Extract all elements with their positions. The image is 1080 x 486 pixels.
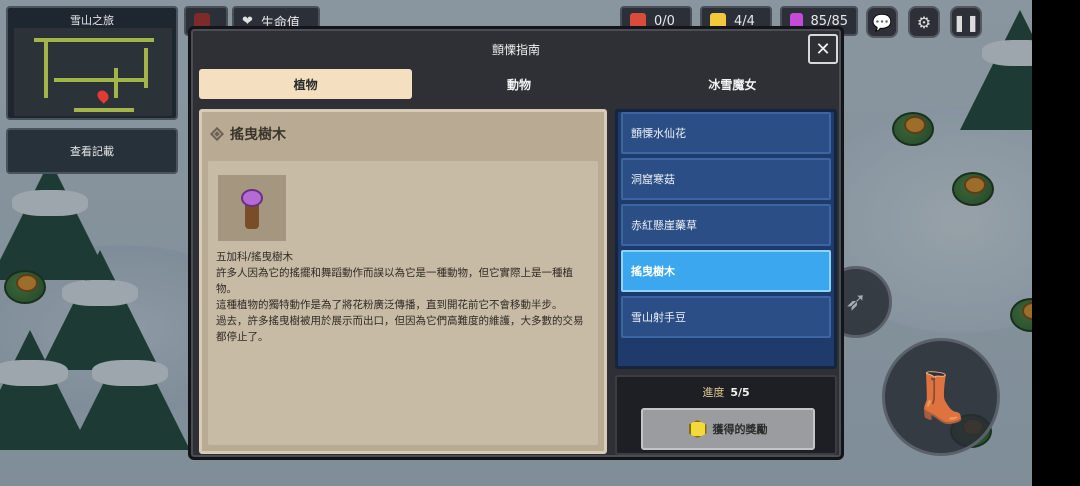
entry-portrait [218, 175, 286, 241]
purple-flower-icon [241, 189, 263, 207]
list-item[interactable]: 顫慄水仙花 [621, 112, 831, 154]
dialog-title: 顫慄指南 [491, 43, 540, 57]
screen-edge [1032, 0, 1080, 486]
category-tabs: 植物 動物 冰雪魔女 [199, 69, 839, 101]
chat-button[interactable]: 💬 [866, 6, 898, 38]
close-button[interactable]: ✕ [808, 34, 838, 64]
wing-icon: ➶ [845, 287, 867, 317]
entry-body: 五加科/搖曳樹木 許多人因為它的搖擺和舞蹈動作而誤以為它是一種動物，但它實際上是… [208, 161, 598, 445]
settings-button[interactable]: ⚙ [908, 6, 940, 38]
progress-panel: 進度 5/5 獲得的獎勵 [615, 375, 837, 455]
diamond-icon [209, 126, 225, 142]
description-line: 這種植物的獨特動作是為了將花粉廣泛傳播，直到開花前它不會移動半步。 [216, 299, 563, 311]
description-line: 五加科/搖曳樹木 [216, 251, 294, 263]
guide-dialog: 顫慄指南 ✕ 植物 動物 冰雪魔女 搖曳樹木 五加科/搖曳樹木 許多人因為它的搖… [188, 26, 844, 460]
entry-description: 五加科/搖曳樹木 許多人因為它的搖擺和舞蹈動作而誤以為它是一種動物，但它實際上是… [216, 249, 590, 345]
progress-label: 進度 [702, 386, 725, 399]
view-records-button[interactable]: 查看記載 [6, 128, 178, 174]
pause-button[interactable]: ❚❚ [950, 6, 982, 38]
entry-title: 搖曳樹木 [230, 127, 286, 143]
list-item-selected[interactable]: 搖曳樹木 [621, 250, 831, 292]
entry-header: 搖曳樹木 [208, 124, 286, 144]
location-pin-icon [95, 88, 111, 104]
close-icon: ✕ [815, 38, 831, 60]
minimap[interactable]: 雪山之旅 [6, 6, 178, 120]
rewards-button[interactable]: 獲得的獎勵 [641, 408, 815, 450]
entry-list: 顫慄水仙花 洞窟寒菇 赤紅懸崖藥草 搖曳樹木 雪山射手豆 [615, 109, 837, 369]
list-item[interactable]: 雪山射手豆 [621, 296, 831, 338]
progress-value: 5/5 [730, 386, 750, 399]
dash-button[interactable]: 👢 [882, 338, 1000, 456]
rewards-label: 獲得的獎勵 [712, 423, 768, 436]
minimap-map [14, 28, 172, 116]
tab-ice-witch[interactable]: 冰雪魔女 [626, 69, 839, 99]
tab-plants[interactable]: 植物 [199, 69, 413, 99]
list-item[interactable]: 洞窟寒菇 [621, 158, 831, 200]
hexagon-coin-icon [688, 420, 707, 438]
progress-text: 進度 5/5 [617, 384, 835, 400]
minimap-title: 雪山之旅 [70, 14, 114, 27]
pause-icon: ❚❚ [952, 12, 980, 32]
entry-detail-panel: 搖曳樹木 五加科/搖曳樹木 許多人因為它的搖擺和舞蹈動作而誤以為它是一種動物，但… [199, 109, 607, 454]
gear-icon: ⚙ [916, 12, 932, 32]
winged-boot-icon: 👢 [911, 369, 971, 426]
chat-icon: 💬 [872, 12, 892, 32]
description-line: 許多人因為它的搖擺和舞蹈動作而誤以為它是一種動物，但它實際上是一種植物。 [216, 267, 573, 295]
tab-animals[interactable]: 動物 [412, 69, 625, 99]
description-line: 過去，許多搖曳樹被用於展示而出口，但因為它們高難度的維護，大多數的交易都停止了。 [216, 315, 584, 343]
list-item[interactable]: 赤紅懸崖藥草 [621, 204, 831, 246]
